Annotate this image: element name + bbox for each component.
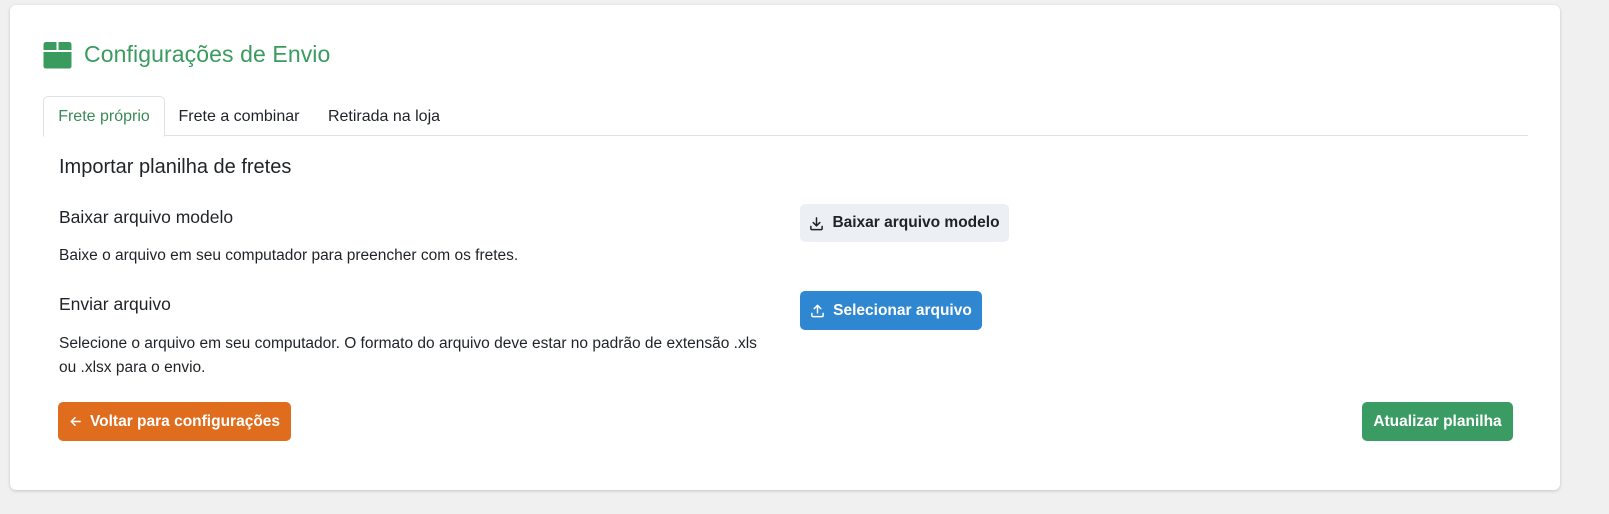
- upload-description-line1: Selecione o arquivo em seu computador. O…: [59, 335, 757, 352]
- upload-description-line2: ou .xlsx para o envio.: [59, 359, 206, 376]
- tab-retirada-na-loja[interactable]: Retirada na loja: [315, 96, 453, 137]
- page-header: Configurações de Envio: [43, 40, 330, 69]
- box-icon: [43, 42, 72, 69]
- arrow-left-icon: [70, 417, 81, 426]
- shipping-settings-card: Configurações de Envio Frete próprio Fre…: [10, 5, 1560, 490]
- download-description: Baixe o arquivo em seu computador para p…: [59, 247, 519, 264]
- tab-frete-a-combinar[interactable]: Frete a combinar: [167, 96, 311, 137]
- page-title: Configurações de Envio: [84, 41, 331, 67]
- upload-icon: [811, 304, 825, 318]
- tab-frete-proprio[interactable]: Frete próprio: [43, 96, 165, 137]
- download-label: Baixar arquivo modelo: [59, 207, 234, 227]
- back-to-settings-button[interactable]: Voltar para configurações: [58, 402, 291, 441]
- download-icon: [810, 216, 824, 230]
- select-file-button-label: Selecionar arquivo: [833, 301, 972, 319]
- download-template-button-label: Baixar arquivo modelo: [832, 214, 1000, 231]
- select-file-button[interactable]: Selecionar arquivo: [800, 291, 982, 330]
- update-spreadsheet-button[interactable]: Atualizar planilha: [1362, 402, 1513, 441]
- update-spreadsheet-label: Atualizar planilha: [1373, 412, 1502, 430]
- back-to-settings-label: Voltar para configurações: [89, 412, 281, 430]
- download-template-button[interactable]: Baixar arquivo modelo: [800, 204, 1009, 242]
- shipping-tabs: Frete próprio Frete a combinar Retirada …: [43, 96, 1528, 137]
- section-title: Importar planilha de fretes: [59, 156, 292, 178]
- upload-label: Enviar arquivo: [59, 294, 171, 314]
